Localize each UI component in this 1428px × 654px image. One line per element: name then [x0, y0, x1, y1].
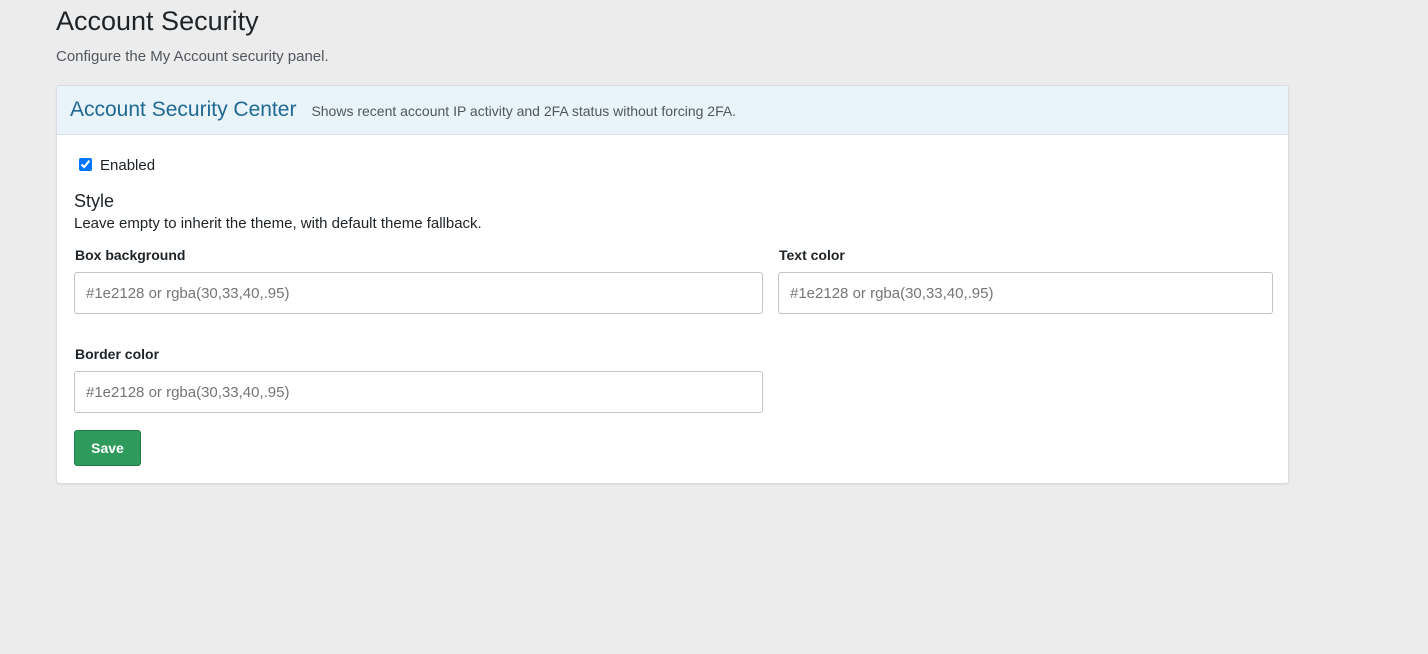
- enabled-checkbox[interactable]: [79, 157, 92, 171]
- page-title: Account Security: [56, 6, 259, 36]
- card-title: Account Security Center: [70, 98, 297, 121]
- style-section-title: Style: [74, 191, 115, 211]
- account-security-card: Account Security Center Shows recent acc…: [56, 85, 1289, 484]
- card-body: Enabled Style Leave empty to inherit the…: [57, 135, 1288, 483]
- text-color-input[interactable]: [778, 272, 1273, 314]
- enabled-label: Enabled: [100, 156, 156, 174]
- card-header: Account Security Center Shows recent acc…: [57, 86, 1288, 135]
- box-background-label: Box background: [75, 247, 186, 263]
- card-subtitle: Shows recent account IP activity and 2FA…: [311, 103, 737, 119]
- fields-row-1: Box background Text color: [74, 247, 1273, 314]
- box-background-input[interactable]: [74, 272, 763, 314]
- page-description: Configure the My Account security panel.: [56, 48, 329, 65]
- text-color-label: Text color: [779, 247, 845, 263]
- fields-row-2: Border color: [74, 346, 1271, 413]
- border-color-input[interactable]: [74, 371, 763, 413]
- border-color-label: Border color: [75, 346, 160, 362]
- save-button[interactable]: Save: [74, 430, 141, 466]
- enabled-toggle[interactable]: Enabled: [74, 153, 1271, 175]
- settings-page: Account Security Configure the My Accoun…: [0, 0, 1428, 484]
- border-color-field: Border color: [74, 346, 763, 413]
- box-background-field: Box background: [74, 247, 763, 314]
- style-section-description: Leave empty to inherit the theme, with d…: [74, 215, 482, 232]
- text-color-field: Text color: [778, 247, 1273, 314]
